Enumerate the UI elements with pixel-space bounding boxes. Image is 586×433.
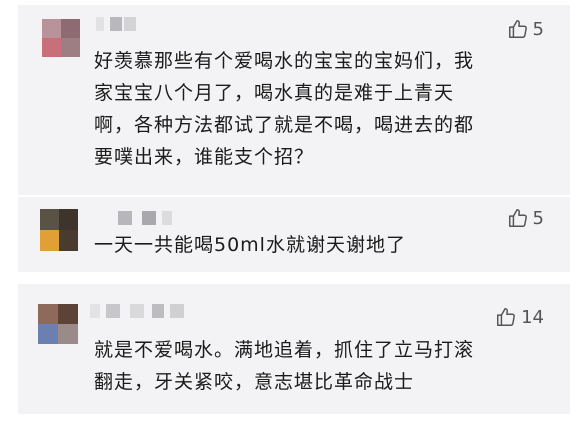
comment-text: 一天一共能喝50ml水就谢天谢地了	[94, 234, 406, 256]
comment-card: 5 好羡慕那些有个爱喝水的宝宝的宝妈们，我 家宝宝八个月了，喝水真的是难于上青天…	[18, 5, 570, 195]
like-count: 14	[521, 306, 544, 328]
thumbs-up-icon	[507, 207, 529, 229]
avatar[interactable]	[40, 209, 78, 251]
thumbs-up-icon	[507, 18, 529, 40]
comment-text: 好羡慕那些有个爱喝水的宝宝的宝妈们，我 家宝宝八个月了，喝水真的是难于上青天 啊…	[94, 50, 475, 168]
like-count: 5	[532, 207, 544, 229]
like-button[interactable]: 5	[507, 207, 544, 229]
comment-card: 14 就是不爱喝水。满地追着，抓住了立马打滚 翻走，牙关紧咬，意志堪比革命战士	[18, 284, 570, 414]
like-button[interactable]: 5	[507, 18, 544, 40]
like-count: 5	[532, 18, 544, 40]
username-blurred[interactable]	[90, 304, 200, 318]
comment-text: 就是不爱喝水。满地追着，抓住了立马打滚 翻走，牙关紧咬，意志堪比革命战士	[94, 339, 475, 393]
avatar[interactable]	[42, 19, 80, 57]
comment-card: 5 一天一共能喝50ml水就谢天谢地了	[18, 197, 570, 272]
username-blurred[interactable]	[96, 17, 146, 31]
like-button[interactable]: 14	[495, 306, 544, 328]
thumbs-up-icon	[495, 306, 517, 328]
username-blurred[interactable]	[118, 211, 178, 225]
avatar[interactable]	[38, 304, 78, 344]
